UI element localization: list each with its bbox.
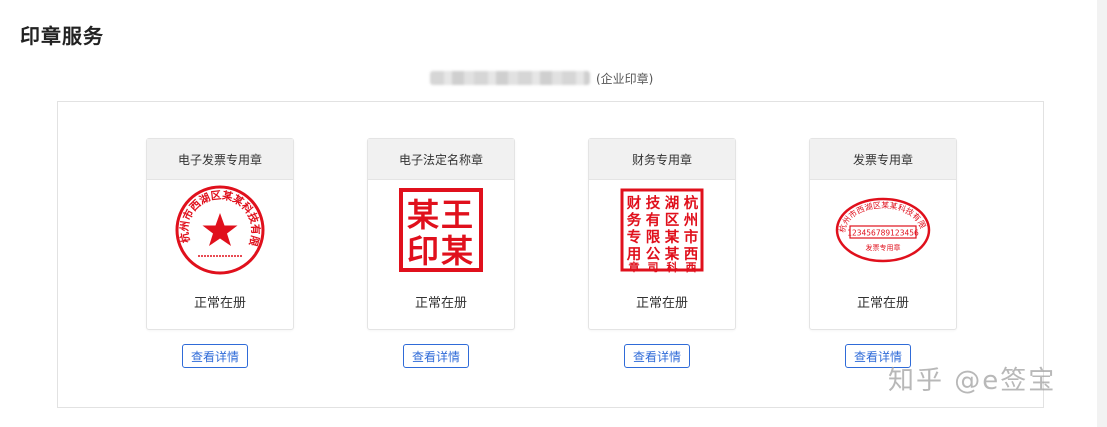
finance-seal-image: 财技湖杭 务有区州 专限某市 用公某西 章司科西 [620,188,704,273]
view-details-button-legal-name[interactable]: 查看详情 [403,344,469,368]
seal-card-finance: 财务专用章 财技湖杭 务有区州 专限某市 用公某西 章司科西 正常在册 [588,138,736,330]
svg-text:专: 专 [627,228,642,246]
seal-status: 正常在册 [414,296,467,311]
view-details-button-e-invoice[interactable]: 查看详情 [182,344,248,368]
svg-text:务: 务 [627,211,642,229]
svg-text:州: 州 [683,212,699,229]
e-invoice-seal-image: 杭州市西湖区某某科技有限公司 [172,182,265,275]
blurred-company-name [430,71,590,85]
svg-text:司: 司 [648,261,659,273]
seal-text-bottom: 印某 [407,232,475,270]
seal-card-legal-name: 电子法定名称章 某王 印某 正常在册 [367,138,515,330]
svg-text:杭: 杭 [684,194,699,212]
seal-sub-text: 发票专用章 [866,243,901,252]
svg-text:科: 科 [667,260,678,273]
seal-status: 正常在册 [856,296,909,311]
company-seal-type-label: (企业印章) [596,71,654,86]
svg-text:章: 章 [629,260,640,273]
view-details-button-finance[interactable]: 查看详情 [624,344,690,368]
seal-card-title: 发票专用章 [810,139,956,180]
seal-card-title: 财务专用章 [589,139,735,180]
svg-text:某: 某 [665,228,680,246]
svg-text:市: 市 [684,228,699,246]
svg-text:湖: 湖 [665,195,680,212]
svg-text:技: 技 [646,194,661,212]
seal-status: 正常在册 [635,296,688,311]
invoice-seal-image: 杭州市西湖区某某科技有限公司 123456789123456 发票专用章 [833,195,931,263]
page-title: 印章服务 [20,24,104,48]
legal-name-seal-image: 某王 印某 [399,188,483,272]
svg-text:有: 有 [646,211,661,229]
svg-text:西: 西 [686,261,697,273]
seal-text-top: 某王 [407,196,475,234]
seal-card-e-invoice: 电子发票专用章 杭州市西湖区某某科技有限公司 正常在册 [146,138,294,330]
watermark: 知乎 @e签宝 [888,366,1057,396]
seal-number: 123456789123456 [847,229,919,238]
company-line: (企业印章) [430,68,653,88]
svg-text:财: 财 [627,194,642,212]
seal-status: 正常在册 [193,296,246,311]
svg-text:区: 区 [665,212,680,229]
svg-text:限: 限 [646,229,661,246]
seal-card-invoice: 发票专用章 杭州市西湖区某某科技有限公司 123456789123456 发票专… [809,138,957,330]
seal-card-title: 电子发票专用章 [147,139,293,180]
seal-card-title: 电子法定名称章 [368,139,514,180]
